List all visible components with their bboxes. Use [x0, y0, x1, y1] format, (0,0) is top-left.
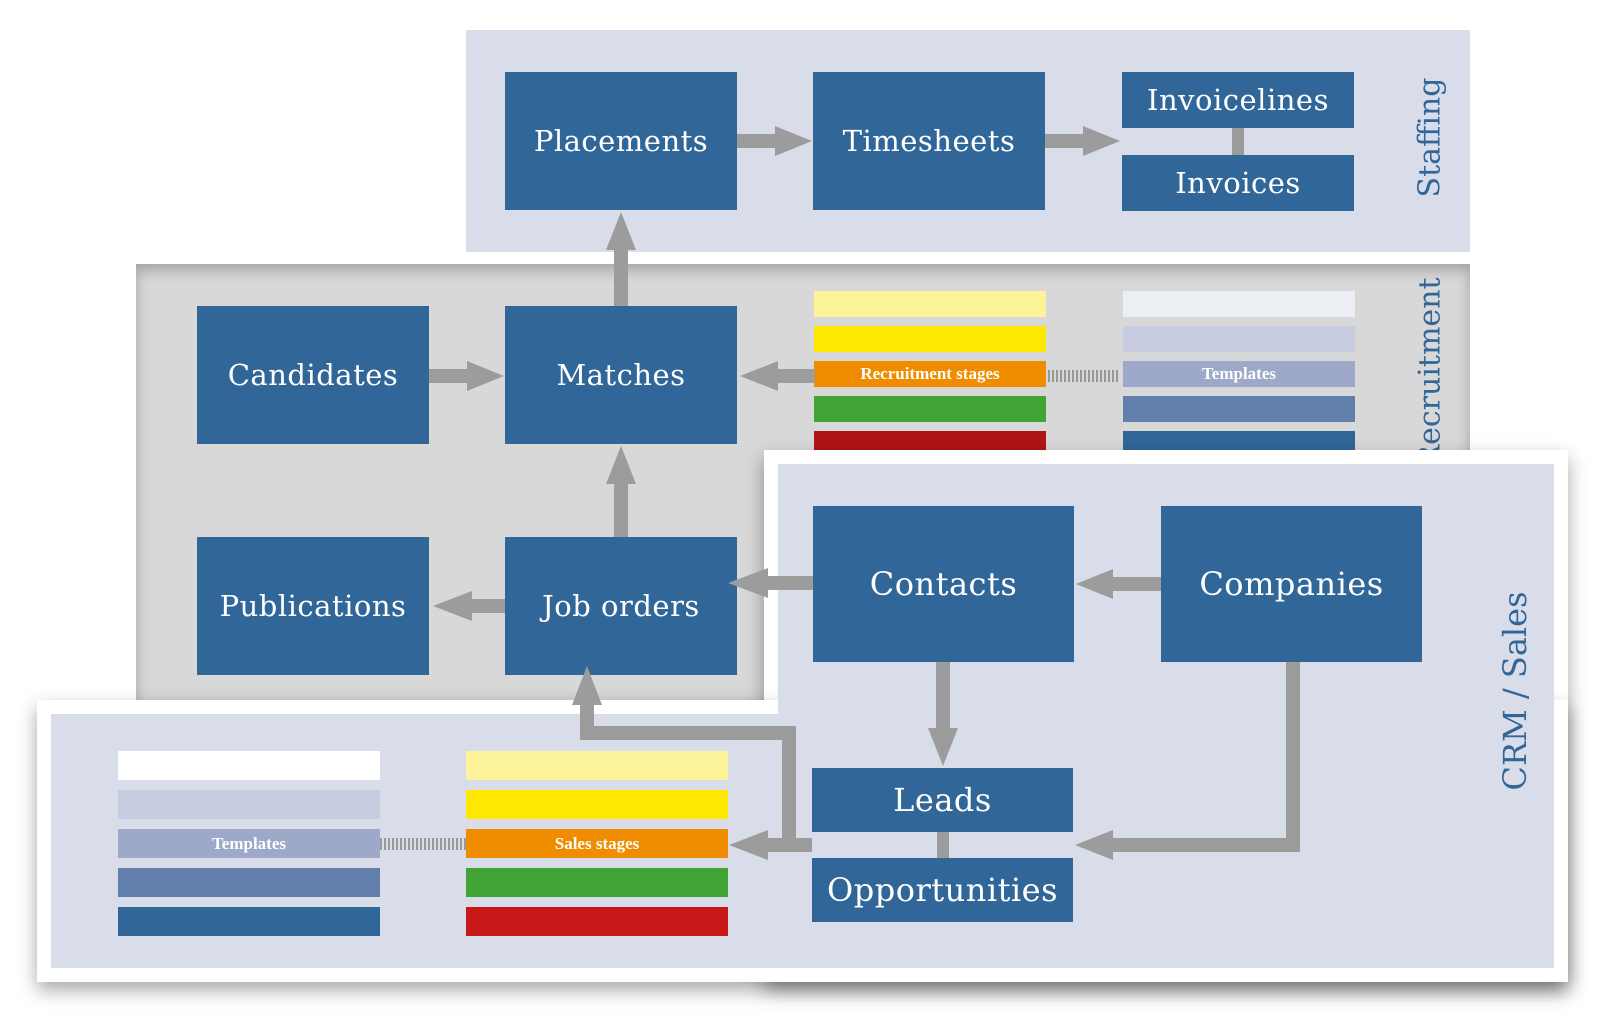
- connector-invoicelines-invoices: [1232, 128, 1244, 155]
- arrow-joborders-matches: [614, 480, 628, 537]
- arrow-stages-matches: [775, 369, 815, 383]
- arrow-opps-joborders-head: [572, 666, 602, 705]
- arrow-opps-joborders-v1: [782, 726, 796, 852]
- arrow-companies-contacts-head: [1076, 569, 1113, 599]
- arrow-companies-opportunities-h: [1110, 838, 1300, 852]
- arrow-companies-opportunities-v: [1286, 662, 1300, 846]
- arrow-opps-stages-head: [729, 830, 768, 860]
- arrow-joborders-publications: [470, 599, 505, 613]
- arrow-contacts-leads: [936, 662, 950, 732]
- arrow-opps-joborders-v2: [580, 700, 594, 740]
- arrow-candidates-matches: [429, 369, 471, 383]
- arrow-matches-placements: [614, 246, 628, 306]
- arrow-stages-matches-head: [740, 361, 778, 391]
- arrow-matches-placements-head: [606, 212, 636, 250]
- arrow-timesheets-invoices-head: [1083, 126, 1120, 156]
- arrow-opps-joborders-h: [580, 726, 796, 740]
- arrow-joborders-publications-head: [433, 591, 472, 621]
- arrow-contacts-joborders: [765, 576, 813, 590]
- arrow-contacts-leads-head: [928, 728, 958, 766]
- arrow-timesheets-invoices: [1045, 134, 1087, 148]
- arrow-placements-timesheets: [737, 134, 779, 148]
- arrows-layer: [429, 126, 1300, 860]
- arrow-candidates-matches-head: [467, 361, 504, 391]
- arrow-companies-opportunities-head: [1075, 830, 1113, 860]
- arrow-joborders-matches-head: [606, 446, 636, 484]
- connector-leads-opportunities: [937, 832, 949, 858]
- arrow-companies-contacts: [1110, 577, 1161, 591]
- arrow-placements-timesheets-head: [775, 126, 812, 156]
- arrow-contacts-joborders-head: [728, 568, 768, 598]
